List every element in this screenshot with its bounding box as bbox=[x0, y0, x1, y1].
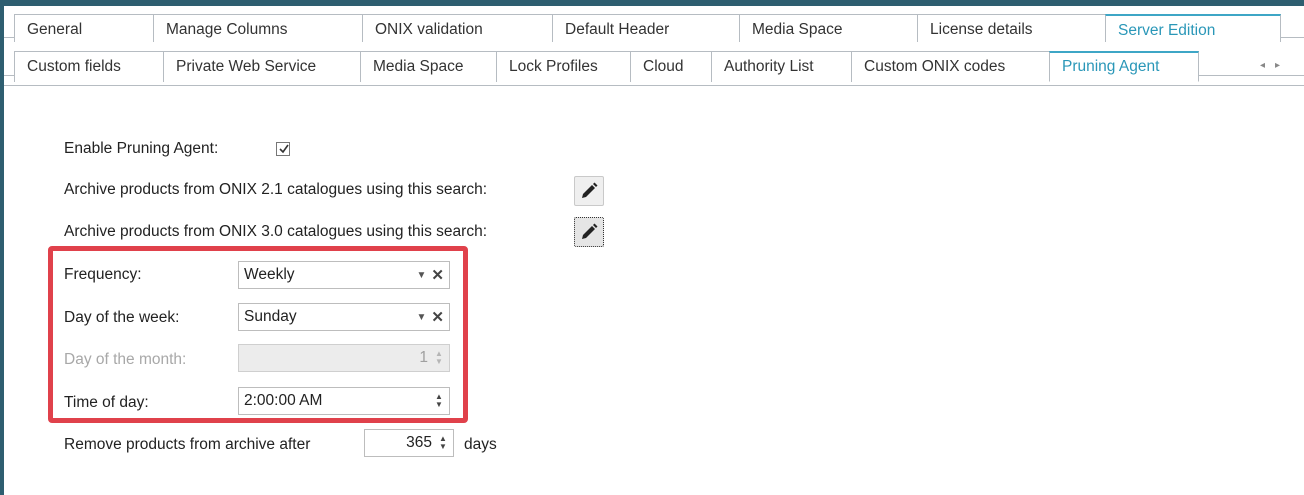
tab-label: Media Space bbox=[752, 21, 843, 38]
tab-label: Manage Columns bbox=[166, 21, 288, 38]
tab-label: Cloud bbox=[643, 58, 684, 75]
tab-label: ONIX validation bbox=[375, 21, 483, 38]
tab-label: Authority List bbox=[724, 58, 814, 75]
chevron-left-icon[interactable]: ◂ bbox=[1260, 60, 1275, 71]
tab-license-details[interactable]: License details bbox=[917, 14, 1106, 45]
tab-custom-onix-codes[interactable]: Custom ONIX codes bbox=[851, 51, 1050, 82]
tab-label: General bbox=[27, 21, 83, 38]
remove-days-value: 365 bbox=[406, 434, 432, 451]
pencil-icon bbox=[582, 223, 598, 239]
tab-lock-profiles[interactable]: Lock Profiles bbox=[496, 51, 631, 82]
highlight-box bbox=[48, 246, 468, 423]
pencil-icon bbox=[582, 182, 598, 198]
tab-scroll-arrows[interactable]: ◂▸ bbox=[1260, 60, 1290, 71]
tab-media-space[interactable]: Media Space bbox=[360, 51, 497, 82]
tab-custom-fields[interactable]: Custom fields bbox=[14, 51, 164, 82]
tab-label: Server Edition bbox=[1118, 21, 1216, 39]
edit-onix30-search-button[interactable] bbox=[574, 217, 604, 247]
archive-onix30-label: Archive products from ONIX 3.0 catalogue… bbox=[64, 223, 488, 240]
tab-media-space-top[interactable]: Media Space bbox=[739, 14, 918, 45]
tab-label: Media Space bbox=[373, 58, 464, 75]
tab-label: Pruning Agent bbox=[1062, 58, 1160, 75]
remove-after-label: Remove products from archive after bbox=[64, 436, 311, 453]
checkmark-icon bbox=[279, 144, 289, 154]
tab-cloud[interactable]: Cloud bbox=[630, 51, 712, 82]
chevron-right-icon[interactable]: ▸ bbox=[1275, 60, 1290, 71]
tab-server-edition[interactable]: Server Edition bbox=[1105, 14, 1281, 45]
remove-days-unit: days bbox=[464, 436, 497, 453]
edit-onix21-search-button[interactable] bbox=[574, 176, 604, 206]
tab-label: Custom ONIX codes bbox=[864, 58, 1006, 75]
remove-days-stepper[interactable]: 365 ▲ ▼ bbox=[364, 429, 454, 457]
archive-onix21-label: Archive products from ONIX 2.1 catalogue… bbox=[64, 181, 488, 198]
tab-label: License details bbox=[930, 21, 1033, 38]
tab-pruning-agent[interactable]: Pruning Agent bbox=[1049, 51, 1199, 82]
enable-pruning-label: Enable Pruning Agent: bbox=[64, 140, 219, 157]
tab-row-bottom: Custom fields Private Web Service Media … bbox=[4, 42, 1304, 82]
tab-label: Custom fields bbox=[27, 58, 121, 75]
tab-label: Default Header bbox=[565, 21, 670, 38]
tab-default-header[interactable]: Default Header bbox=[552, 14, 740, 45]
tab-general[interactable]: General bbox=[14, 14, 154, 45]
tab-onix-validation[interactable]: ONIX validation bbox=[362, 14, 553, 45]
tab-label: Private Web Service bbox=[176, 58, 317, 75]
tab-manage-columns[interactable]: Manage Columns bbox=[153, 14, 363, 45]
tab-label: Lock Profiles bbox=[509, 58, 598, 75]
spinner-icon[interactable]: ▲ ▼ bbox=[436, 435, 450, 451]
tab-row-top: General Manage Columns ONIX validation D… bbox=[4, 6, 1304, 45]
enable-pruning-checkbox[interactable] bbox=[276, 142, 290, 156]
tab-authority-list[interactable]: Authority List bbox=[711, 51, 852, 82]
tab-private-web-service[interactable]: Private Web Service bbox=[163, 51, 361, 82]
